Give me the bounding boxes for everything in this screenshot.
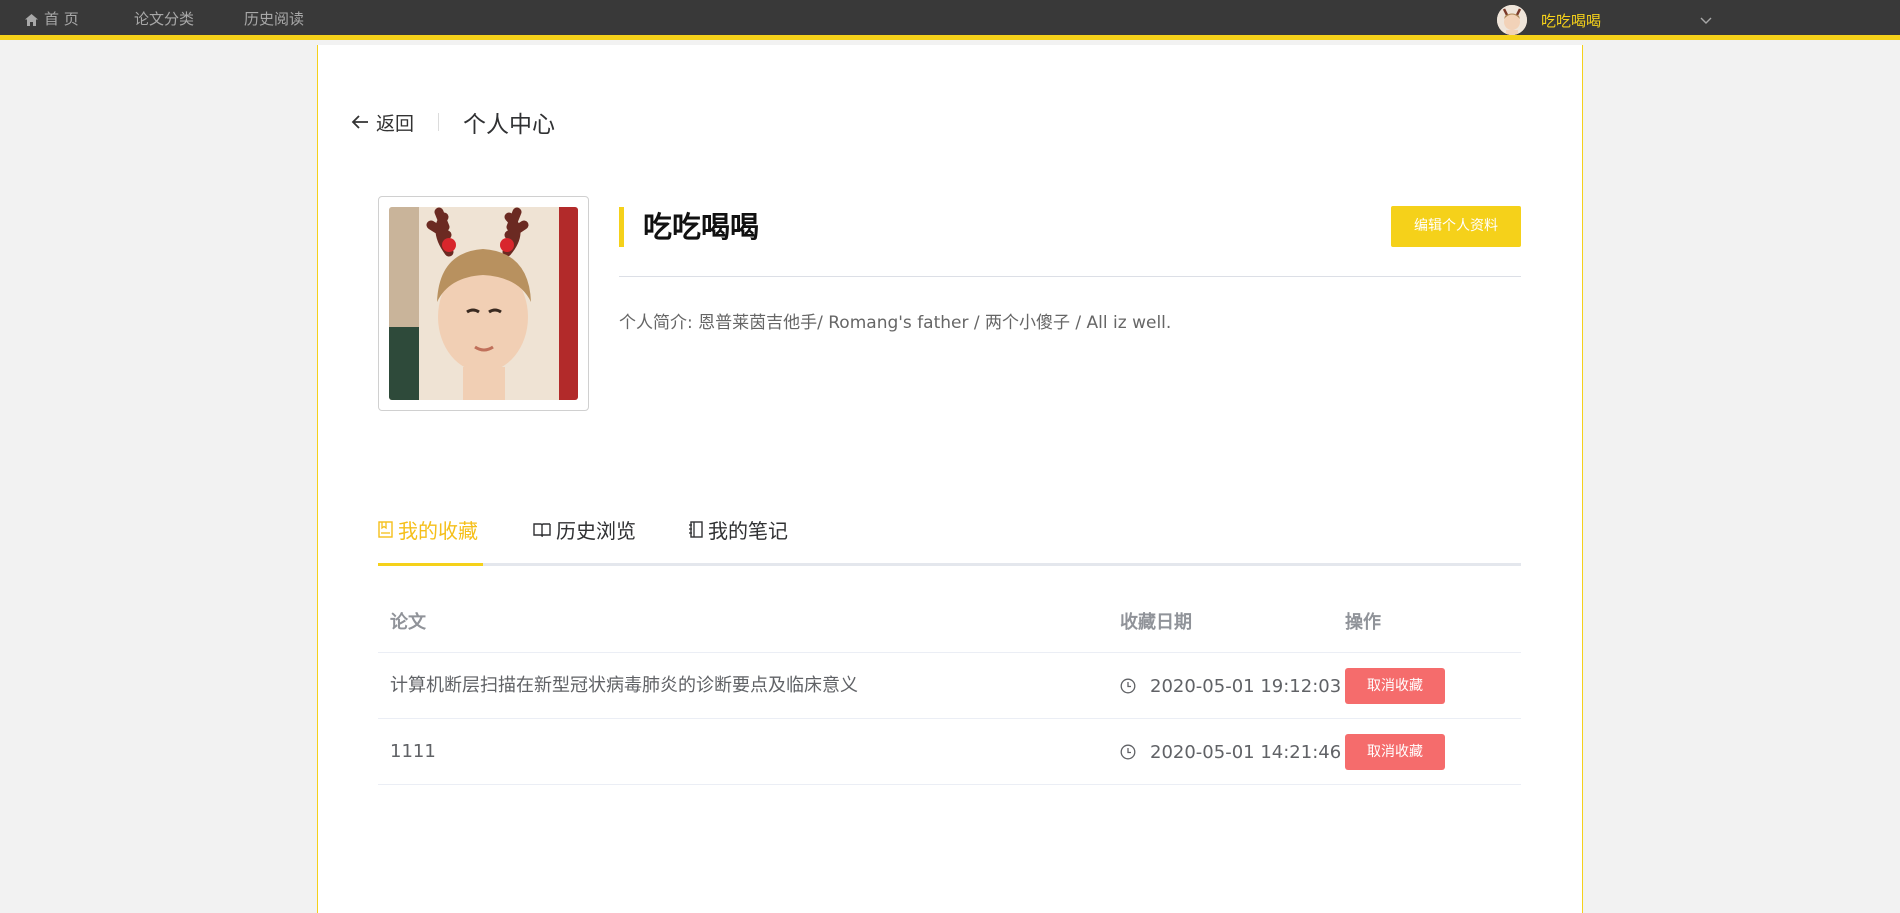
main-card: 返回 个人中心 吃吃喝喝 编辑个人资料 个人简介: 恩普莱茵吉他手/ Roman… — [317, 45, 1583, 913]
tab-favorites[interactable]: 我的收藏 — [378, 517, 478, 543]
user-menu[interactable]: 吃吃喝喝 — [1497, 4, 1601, 36]
open-book-icon — [533, 522, 551, 537]
arrow-left-icon — [351, 115, 368, 129]
column-header-date: 收藏日期 — [1120, 612, 1192, 633]
profile-avatar-frame — [378, 196, 589, 411]
nav-home-label: 首 页 — [44, 10, 79, 28]
back-label: 返回 — [376, 112, 415, 135]
profile-name: 吃吃喝喝 — [643, 210, 760, 244]
nav-history-link[interactable]: 历史阅读 — [244, 0, 304, 40]
date-value: 2020-05-01 14:21:46 — [1150, 741, 1342, 763]
chevron-down-icon[interactable] — [1700, 10, 1712, 29]
header-divider — [438, 113, 440, 131]
column-header-paper: 论文 — [390, 612, 426, 633]
tab-notes-label: 我的笔记 — [708, 518, 788, 543]
table-row: 计算机断层扫描在新型冠状病毒肺炎的诊断要点及临床意义 2020-05-01 19… — [378, 653, 1521, 719]
cancel-favorite-button[interactable]: 取消收藏 — [1345, 668, 1445, 704]
notebook-icon — [689, 520, 703, 538]
clock-icon — [1120, 744, 1136, 760]
date-value: 2020-05-01 19:12:03 — [1150, 675, 1342, 697]
nav-category-link[interactable]: 论文分类 — [134, 0, 194, 40]
edit-profile-button[interactable]: 编辑个人资料 — [1391, 206, 1521, 247]
nav-home-link[interactable]: 首 页 — [25, 0, 79, 40]
table-header-row: 论文 收藏日期 操作 — [378, 600, 1521, 653]
column-header-action: 操作 — [1345, 612, 1381, 633]
page-title: 个人中心 — [463, 112, 556, 138]
paper-title-cell[interactable]: 1111 — [390, 719, 436, 785]
profile-divider — [619, 276, 1521, 277]
tab-active-indicator — [378, 563, 483, 566]
tab-favorites-label: 我的收藏 — [398, 518, 478, 543]
top-navbar: 首 页 论文分类 历史阅读 吃吃喝喝 — [0, 0, 1900, 40]
user-name: 吃吃喝喝 — [1541, 11, 1602, 30]
paper-title-cell[interactable]: 计算机断层扫描在新型冠状病毒肺炎的诊断要点及临床意义 — [390, 653, 858, 719]
bookmark-icon — [378, 520, 393, 538]
profile-bio: 个人简介: 恩普莱茵吉他手/ Romang's father / 两个小傻子 /… — [619, 313, 1172, 333]
profile-avatar — [389, 207, 578, 400]
cancel-favorite-button[interactable]: 取消收藏 — [1345, 734, 1445, 770]
tab-history[interactable]: 历史浏览 — [533, 517, 636, 543]
tabs-track — [378, 563, 1521, 566]
tab-notes[interactable]: 我的笔记 — [689, 517, 788, 543]
favorites-table: 论文 收藏日期 操作 计算机断层扫描在新型冠状病毒肺炎的诊断要点及临床意义 20… — [378, 600, 1521, 785]
page-header: 返回 个人中心 — [351, 107, 556, 138]
clock-icon — [1120, 678, 1136, 694]
profile-tabs: 我的收藏 历史浏览 我的笔记 — [378, 517, 1521, 543]
profile-name-accent — [619, 207, 624, 247]
home-icon — [25, 14, 38, 26]
back-button[interactable]: 返回 — [351, 109, 414, 136]
tab-history-label: 历史浏览 — [556, 518, 636, 543]
date-cell: 2020-05-01 19:12:03 — [1120, 653, 1341, 719]
date-cell: 2020-05-01 14:21:46 — [1120, 719, 1341, 785]
user-avatar — [1497, 5, 1527, 35]
table-row: 1111 2020-05-01 14:21:46 取消收藏 — [378, 719, 1521, 785]
